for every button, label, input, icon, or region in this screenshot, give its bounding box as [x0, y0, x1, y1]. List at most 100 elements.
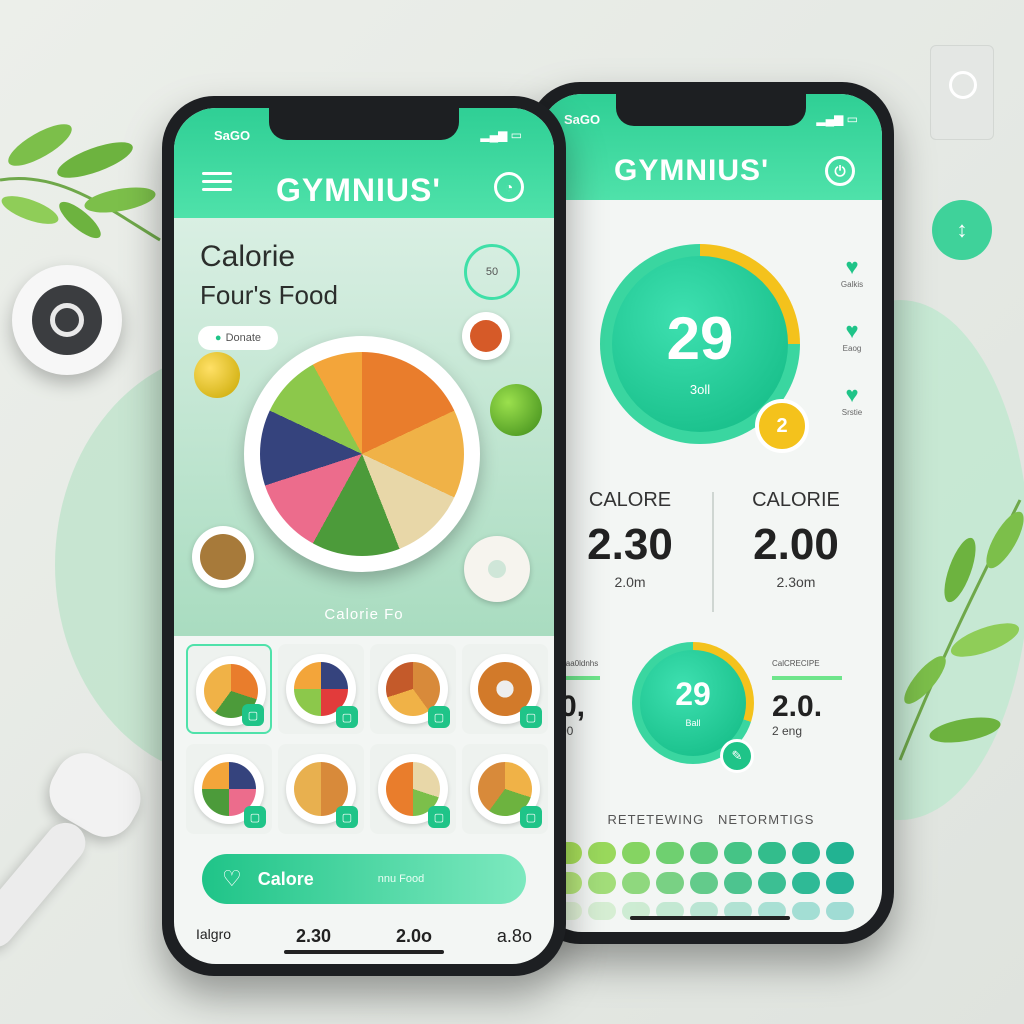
leaf-branch-right-icon — [898, 499, 1024, 761]
side-item[interactable]: ♥ Eaog — [822, 318, 882, 382]
side-list: ♥ Galkis ♥ Eaog ♥ Srstie — [822, 254, 882, 446]
progress-dot — [588, 842, 616, 864]
timer-icon[interactable]: ◔ — [494, 172, 524, 202]
footer-stat: a.8o — [496, 926, 532, 946]
tile-badge-icon: ▢ — [336, 806, 358, 828]
section-title: RETETEWING NETORMTIGS — [540, 812, 882, 827]
floating-badge-icon: ↕ — [932, 200, 992, 260]
left-screen: SaGO ▂▄▆ ▭ GYMNIUS' ◔ Calorie Four's Foo… — [174, 108, 554, 964]
home-indicator — [284, 950, 444, 954]
mini-label: Caa0ldnhs — [560, 659, 599, 668]
spice-bowl-icon — [462, 312, 510, 360]
home-indicator — [630, 916, 790, 920]
food-tile[interactable]: ▢ — [462, 744, 548, 834]
progress-dot — [792, 842, 820, 864]
progress-dot — [588, 902, 616, 920]
food-plate — [244, 336, 480, 572]
stat-right: CALORIE 2.00 2.3om — [716, 489, 876, 590]
progress-dot — [622, 842, 650, 864]
side-label: Galkis — [840, 280, 864, 289]
ring-sub: 3oll — [689, 382, 711, 397]
chip-label: Donate — [225, 332, 262, 344]
green-apple-icon — [490, 384, 542, 436]
hero-subtitle: Four's Food — [200, 280, 338, 310]
heart-icon: ♥ — [845, 382, 859, 407]
hamburger-icon[interactable] — [202, 172, 232, 194]
app-brand: GYMNIUS' — [276, 172, 441, 208]
side-label: Srstie — [841, 408, 863, 417]
mini-ring-value: 29 — [675, 676, 711, 712]
progress-dot — [758, 842, 786, 864]
plate-food — [260, 352, 464, 556]
leaf-branch-icon — [0, 124, 161, 242]
mini-ring-sub: Ball — [685, 718, 701, 728]
level-badge: 2 — [755, 399, 809, 453]
mini-ring-badge: ✎ — [720, 739, 754, 773]
right-screen: SaGO ▂▄▆ ▭ GYMNIUS' ⏻ 29 3oll 2 ♥ Galkis… — [540, 94, 882, 932]
power-icon[interactable]: ⏻ — [825, 156, 855, 186]
progress-dot — [724, 872, 752, 894]
tile-badge-icon: ▢ — [520, 706, 542, 728]
left-phone: SaGO ▂▄▆ ▭ GYMNIUS' ◔ Calorie Four's Foo… — [162, 96, 566, 976]
grain-bowl-icon — [192, 526, 254, 588]
notch — [616, 94, 806, 126]
smart-device-icon — [12, 265, 122, 375]
progress-dot — [826, 902, 854, 920]
cta-label: Calore — [257, 868, 314, 889]
progress-ring: 50 — [464, 244, 520, 300]
tag-icon — [930, 45, 994, 140]
food-tile[interactable]: ▢ — [370, 644, 456, 734]
chip-dot-icon: ● — [214, 332, 222, 344]
footer-stat: 2.30 — [295, 926, 332, 946]
stat-sub: 2.3om — [776, 574, 816, 590]
side-item[interactable]: ♥ Srstie — [822, 382, 882, 446]
progress-dot — [656, 872, 684, 894]
food-tile[interactable]: ▢ — [462, 644, 548, 734]
tile-badge-icon: ▢ — [242, 704, 264, 726]
right-phone: SaGO ▂▄▆ ▭ GYMNIUS' ⏻ 29 3oll 2 ♥ Galkis… — [528, 82, 894, 944]
stat-label: CALORE — [588, 489, 672, 511]
progress-dot — [690, 872, 718, 894]
side-item[interactable]: ♥ Galkis — [822, 254, 882, 318]
tile-badge-icon: ▢ — [428, 706, 450, 728]
status-time: SaGO — [214, 128, 251, 143]
stat-label: CALORIE — [752, 489, 840, 511]
mini-bar — [560, 676, 600, 680]
mini-bar — [772, 676, 842, 680]
food-tile[interactable]: ▢ — [278, 744, 364, 834]
footer-stat: Ialgro — [196, 926, 232, 942]
apple-icon — [194, 352, 240, 398]
stat-value: 2.30 — [587, 520, 673, 569]
stat-divider — [712, 492, 714, 612]
tile-badge-icon: ▢ — [244, 806, 266, 828]
food-tile[interactable]: ▢ — [186, 644, 272, 734]
food-tile[interactable]: ▢ — [278, 644, 364, 734]
signal-icon: ▂▄▆ ▭ — [816, 112, 858, 126]
progress-dot — [588, 872, 616, 894]
progress-dot — [622, 872, 650, 894]
stat-sub: 2.0m — [614, 574, 646, 590]
signal-icon: ▂▄▆ ▭ — [480, 128, 522, 142]
mini-value: 2.0. — [772, 690, 823, 723]
ring-value: 29 — [666, 305, 734, 372]
stat-value: 2.00 — [753, 520, 839, 569]
food-tile[interactable]: ▢ — [186, 744, 272, 834]
side-label: Eaog — [842, 344, 862, 353]
mini-label: CalCRECIPE — [772, 659, 820, 668]
hero-title: Calorie — [200, 240, 296, 273]
heart-icon: ♥ — [845, 254, 859, 279]
tile-badge-icon: ▢ — [428, 806, 450, 828]
progress-dot — [826, 842, 854, 864]
progress-dot — [758, 872, 786, 894]
section-title-b: NETORMTIGS — [718, 812, 815, 827]
cta-sublabel: nnu Food — [377, 873, 425, 885]
progress-dot — [792, 902, 820, 920]
progress-dots — [554, 842, 874, 920]
app-brand: GYMNIUS' — [614, 154, 770, 187]
food-tile[interactable]: ▢ — [370, 744, 456, 834]
progress-dot — [656, 842, 684, 864]
progress-dot — [792, 872, 820, 894]
tile-badge-icon: ▢ — [520, 806, 542, 828]
calorie-cta-button[interactable]: ♡ Calore nnu Food — [202, 854, 526, 904]
donate-chip[interactable]: ● Donate — [198, 326, 278, 350]
